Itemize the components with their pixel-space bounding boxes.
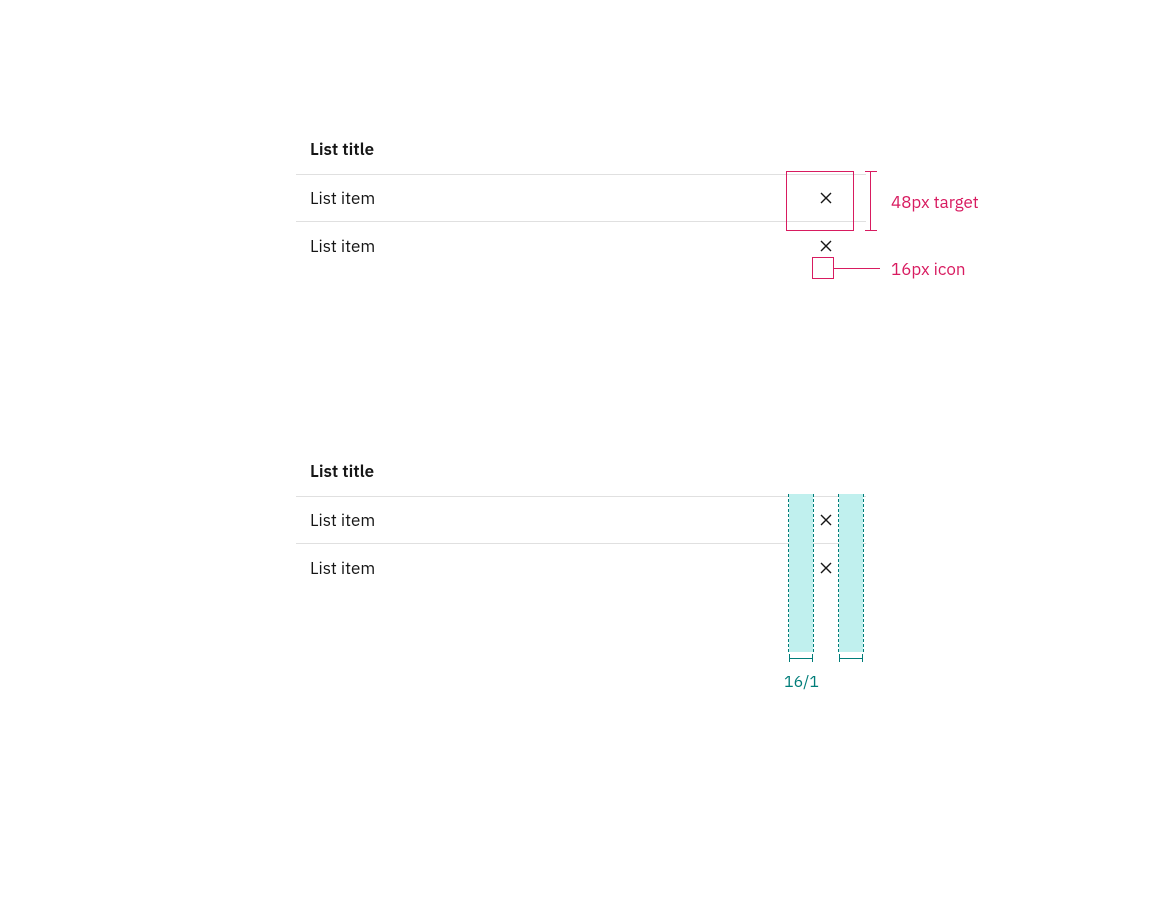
list-item-label: List item	[310, 557, 802, 579]
list-item-label: List item	[310, 187, 802, 209]
list-block-a: List title List item List item	[296, 128, 866, 270]
list-row: List item	[296, 222, 866, 270]
annotation-height-bracket	[870, 171, 871, 231]
annotation-leader	[834, 268, 880, 269]
annotation-ratio-label: 16/1	[784, 672, 819, 692]
list-item-label: List item	[310, 509, 802, 531]
list-block-b: List title List item List item	[296, 450, 866, 592]
list-title: List title	[296, 128, 866, 174]
list-row: List item	[296, 174, 866, 222]
annotation-icon-label: 16px icon	[891, 258, 966, 280]
annotation-width-bracket	[839, 654, 863, 662]
close-button[interactable]	[802, 544, 850, 592]
list-row: List item	[296, 496, 866, 544]
annotation-width-bracket	[789, 654, 813, 662]
list-item-label: List item	[310, 235, 802, 257]
list-title: List title	[296, 450, 866, 496]
close-icon	[818, 560, 834, 576]
close-button[interactable]	[802, 174, 850, 222]
close-icon	[818, 512, 834, 528]
close-button[interactable]	[802, 496, 850, 544]
annotation-target-label: 48px target	[891, 191, 979, 213]
close-icon	[818, 190, 834, 206]
close-button[interactable]	[802, 222, 850, 270]
close-icon	[818, 238, 834, 254]
list-row: List item	[296, 544, 866, 592]
